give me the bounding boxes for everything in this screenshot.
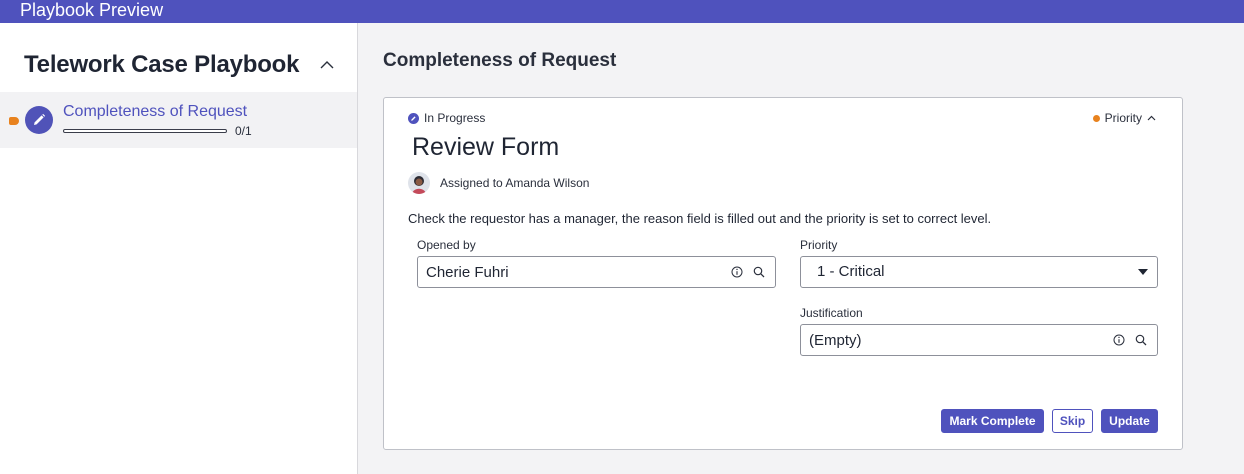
search-icon[interactable] xyxy=(753,266,765,278)
collapse-sidebar-button[interactable] xyxy=(316,53,338,75)
skip-button[interactable]: Skip xyxy=(1052,409,1093,433)
update-button[interactable]: Update xyxy=(1101,409,1158,433)
info-icon[interactable] xyxy=(1113,334,1125,346)
priority-value: 1 - Critical xyxy=(817,263,885,280)
justification-value: (Empty) xyxy=(809,332,862,349)
task-title: Review Form xyxy=(412,133,560,161)
priority-toggle-label: Priority xyxy=(1104,111,1142,125)
window-title: Playbook Preview xyxy=(20,0,164,20)
title-bar: Playbook Preview xyxy=(0,0,1244,23)
opened-by-value: Cherie Fuhri xyxy=(426,264,509,281)
info-icon[interactable] xyxy=(731,266,743,278)
pencil-icon xyxy=(25,106,53,134)
mark-complete-button[interactable]: Mark Complete xyxy=(941,409,1044,433)
sidebar-step-completeness-of-request[interactable]: Completeness of Request 0/1 xyxy=(0,92,357,148)
priority-select[interactable]: 1 - Critical xyxy=(800,256,1158,288)
status-badge: In Progress xyxy=(408,111,485,125)
task-description: Check the requestor has a manager, the r… xyxy=(408,211,992,226)
assignee-text: Assigned to Amanda Wilson xyxy=(440,176,590,190)
search-icon[interactable] xyxy=(1135,334,1147,346)
status-text: In Progress xyxy=(424,111,486,125)
opened-by-label: Opened by xyxy=(417,238,476,252)
sidebar: Telework Case Playbook Completeness of R… xyxy=(0,23,358,474)
chevron-up-icon xyxy=(320,60,334,68)
in-progress-icon xyxy=(408,112,419,124)
opened-by-field[interactable]: Cherie Fuhri xyxy=(417,256,776,288)
assignee: Assigned to Amanda Wilson xyxy=(408,172,589,194)
playbook-title: Telework Case Playbook xyxy=(24,51,300,78)
justification-label: Justification xyxy=(800,306,863,320)
step-progress-bar xyxy=(63,129,227,133)
caret-down-icon xyxy=(1138,269,1148,275)
priority-toggle[interactable]: Priority xyxy=(1092,111,1156,125)
step-label: Completeness of Request xyxy=(63,103,248,120)
page-title: Completeness of Request xyxy=(383,50,617,71)
avatar xyxy=(408,172,430,194)
task-card: In Progress Priority Review Form Assigne… xyxy=(383,97,1183,450)
chevron-up-icon xyxy=(1147,115,1156,121)
active-step-marker xyxy=(9,117,19,125)
step-progress-count: 0/1 xyxy=(235,124,252,138)
priority-label: Priority xyxy=(800,238,838,252)
priority-dot-icon xyxy=(1092,114,1100,122)
justification-field[interactable]: (Empty) xyxy=(800,324,1158,356)
